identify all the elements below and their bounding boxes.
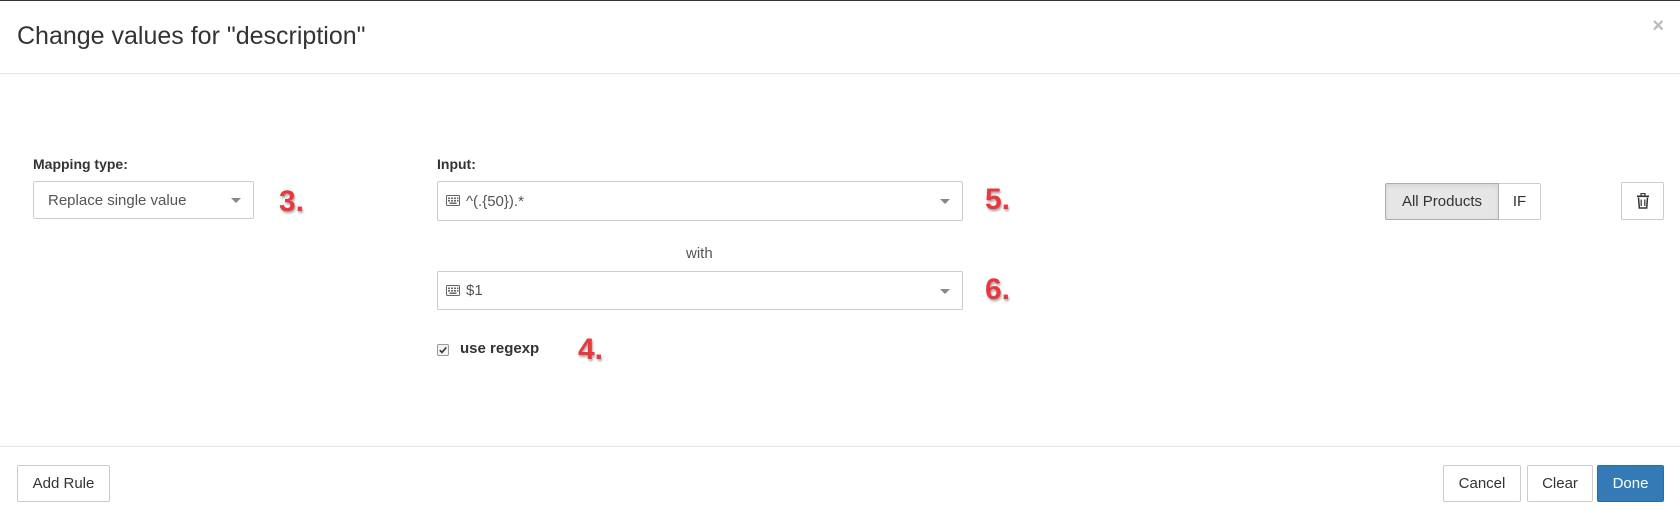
done-button[interactable]: Done [1597,465,1664,502]
annotation-4: 4. [578,333,604,366]
delete-rule-button[interactable] [1621,182,1664,220]
annotation-3: 3. [279,185,305,218]
chevron-down-icon [940,199,950,204]
close-icon[interactable]: × [1652,16,1664,36]
mapping-type-select[interactable]: Replace single value [33,181,254,219]
scope-toggle: All Products IF [1385,183,1541,220]
input-label: Input: [437,156,476,172]
mapping-type-label: Mapping type: [33,156,128,172]
replacement-select[interactable]: $1 [437,271,963,310]
use-regexp-label: use regexp [460,340,540,357]
annotation-6: 6. [985,273,1011,306]
all-products-button[interactable]: All Products [1385,183,1499,220]
dialog-footer: Add Rule Cancel Clear Done [0,446,1680,517]
keyboard-icon [446,285,460,296]
clear-button[interactable]: Clear [1527,465,1593,502]
add-rule-button[interactable]: Add Rule [17,465,110,502]
use-regexp-checkbox[interactable] [437,344,449,356]
cancel-button[interactable]: Cancel [1443,465,1521,502]
mapping-type-value: Replace single value [48,192,187,209]
replacement-value: $1 [466,282,483,299]
checkmark-icon [439,346,447,354]
input-value: ^(.{50}).* [466,193,524,210]
annotation-5: 5. [985,183,1011,216]
dialog-title: Change values for "description" [17,22,366,50]
chevron-down-icon [231,198,241,203]
chevron-down-icon [940,289,950,294]
keyboard-icon [446,195,460,206]
dialog-header: Change values for "description" × [0,1,1680,74]
with-label: with [686,245,713,262]
if-button[interactable]: IF [1499,183,1541,220]
trash-icon [1637,193,1649,209]
input-select[interactable]: ^(.{50}).* [437,181,963,221]
change-values-dialog: Change values for "description" × Mappin… [0,0,1680,516]
